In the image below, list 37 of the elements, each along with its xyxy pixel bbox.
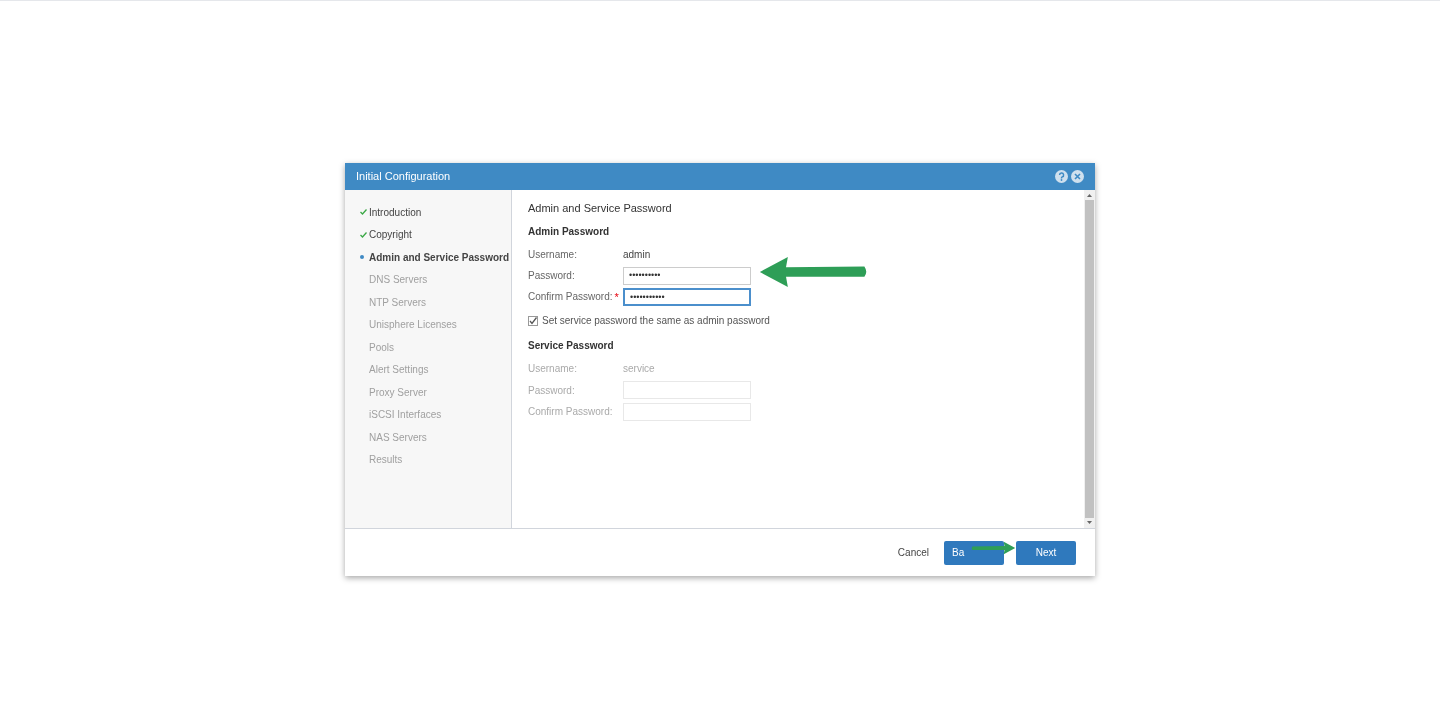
step-item[interactable]: DNS Servers <box>369 272 428 288</box>
close-icon[interactable] <box>1071 170 1084 183</box>
section-heading: Service Password <box>528 339 615 353</box>
field-label: Username: <box>528 247 577 262</box>
primary-button[interactable]: Next <box>1016 540 1076 565</box>
field-value: admin <box>623 247 651 262</box>
page-heading: Admin and Service Password <box>528 201 673 216</box>
section-heading: Admin Password <box>528 224 611 239</box>
step-item[interactable]: NAS Servers <box>369 429 427 445</box>
step-item[interactable]: Unisphere Licenses <box>369 317 457 333</box>
field-label: Password: <box>528 269 575 284</box>
step-item[interactable]: Proxy Server <box>369 384 427 400</box>
step-item[interactable]: Admin and Service Password <box>369 249 510 265</box>
step-item[interactable]: Results <box>369 452 403 468</box>
bullet-icon <box>360 255 364 260</box>
step-item[interactable]: Introduction <box>369 204 422 220</box>
step-item[interactable]: iSCSI Interfaces <box>369 407 442 423</box>
field-label: Password: <box>528 383 575 398</box>
dialog-title: Initial Configuration <box>356 169 451 185</box>
scroll-thumb[interactable] <box>1085 200 1094 518</box>
checkbox[interactable] <box>528 315 538 326</box>
help-icon[interactable] <box>1055 170 1068 183</box>
field-label: Confirm Password: <box>528 290 613 304</box>
primary-button[interactable]: Ba <box>944 540 1004 565</box>
step-item[interactable]: Pools <box>369 339 394 355</box>
checkbox-label: Set service password the same as admin password <box>542 314 770 328</box>
password-field[interactable]: •••••••••• <box>623 266 751 285</box>
field-label: Username: <box>528 362 577 377</box>
password-field[interactable]: ••••••••••• <box>623 288 751 307</box>
text-button[interactable]: Cancel <box>894 540 932 565</box>
required-mark: * <box>614 290 619 305</box>
field-label: Confirm Password: <box>528 405 613 420</box>
scrollbar[interactable] <box>1084 190 1095 528</box>
field-value: service <box>623 362 655 377</box>
step-item[interactable]: NTP Servers <box>369 294 427 310</box>
step-item[interactable]: Alert Settings <box>369 362 429 378</box>
step-item[interactable]: Copyright <box>369 227 412 243</box>
